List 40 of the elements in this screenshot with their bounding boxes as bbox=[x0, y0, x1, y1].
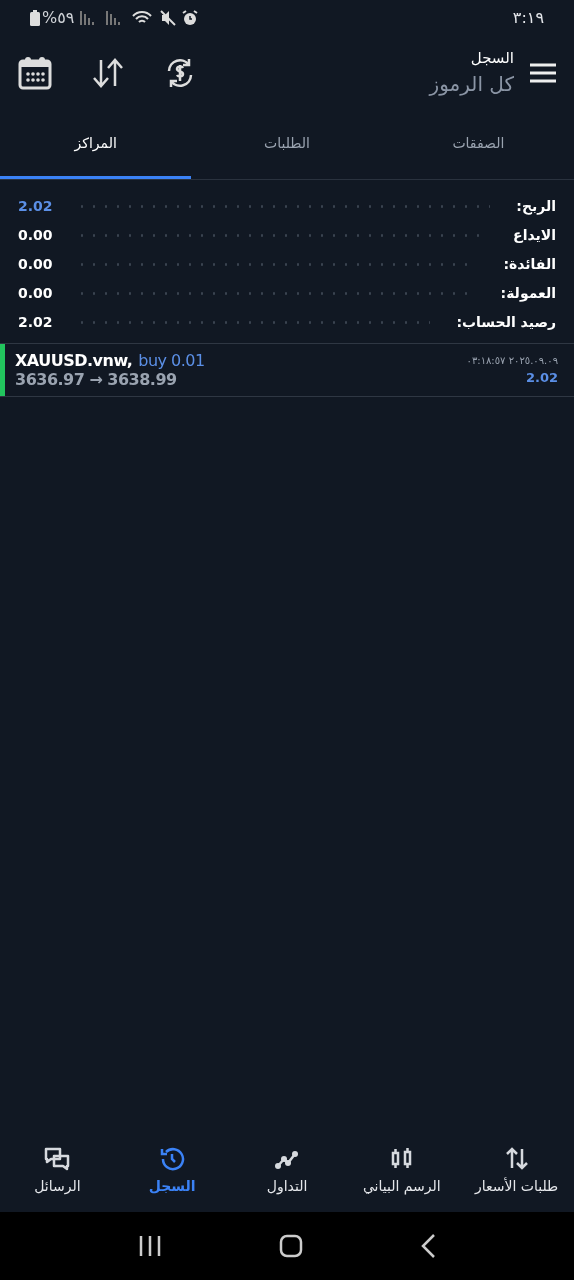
status-time: ٣:١٩ bbox=[512, 7, 544, 29]
tab[interactable]: المراكز bbox=[0, 110, 192, 179]
nav-tab[interactable]: الرسائل bbox=[0, 1130, 115, 1212]
arrow-text: → bbox=[89, 370, 103, 389]
sort-icon[interactable] bbox=[92, 58, 124, 88]
screen-subtitle[interactable]: كل الرموز bbox=[429, 69, 514, 100]
nav-tab[interactable]: طلبات الأسعار bbox=[459, 1130, 574, 1212]
back-icon[interactable] bbox=[419, 1234, 436, 1258]
mute-icon bbox=[160, 10, 177, 26]
summary-value: 2.02 bbox=[18, 197, 50, 216]
nav-tab[interactable]: الرسم البياني bbox=[344, 1130, 460, 1212]
summary-label: رصيد الحساب: bbox=[456, 313, 556, 332]
summary-label: العمولة: bbox=[500, 284, 556, 304]
battery-icon bbox=[30, 10, 40, 26]
summary-label: الايداع bbox=[513, 226, 556, 245]
screen-title: السجل bbox=[469, 47, 514, 69]
summary-value: 0.00 bbox=[18, 226, 50, 245]
nav-tab[interactable]: السجل bbox=[114, 1130, 230, 1212]
symbol-text: XAUUSD.vnw, bbox=[15, 351, 133, 370]
summary-value: 0.00 bbox=[18, 284, 50, 303]
menu-icon[interactable] bbox=[530, 63, 556, 83]
deal-time: ٢٠٢٥.٠٩.٠٩ ٠٣:١٨:٥٧ bbox=[466, 354, 558, 368]
summary-label: الربح: bbox=[516, 197, 556, 217]
summary-value: 2.02 bbox=[18, 313, 50, 332]
recent-apps-icon[interactable] bbox=[138, 1235, 163, 1257]
chat-icon bbox=[44, 1145, 71, 1172]
calendar-icon[interactable] bbox=[18, 56, 52, 90]
summary-label: الفائدة: bbox=[503, 255, 556, 274]
tab[interactable]: الصفقات bbox=[382, 110, 574, 179]
nav-tab[interactable]: التداول bbox=[229, 1130, 345, 1212]
summary-value: 0.00 bbox=[18, 255, 50, 274]
alarm-icon bbox=[182, 10, 199, 26]
tab[interactable]: الطلبات bbox=[191, 110, 383, 179]
open-price: 3636.97 bbox=[15, 370, 85, 389]
order-side-text: buy 0.01 bbox=[138, 351, 205, 370]
deal-profit: 2.02 bbox=[525, 369, 558, 387]
home-icon[interactable] bbox=[279, 1234, 303, 1258]
close-price: 3638.99 bbox=[107, 370, 177, 389]
battery-percent: %٥٩ bbox=[42, 7, 75, 29]
history-icon bbox=[159, 1145, 186, 1172]
